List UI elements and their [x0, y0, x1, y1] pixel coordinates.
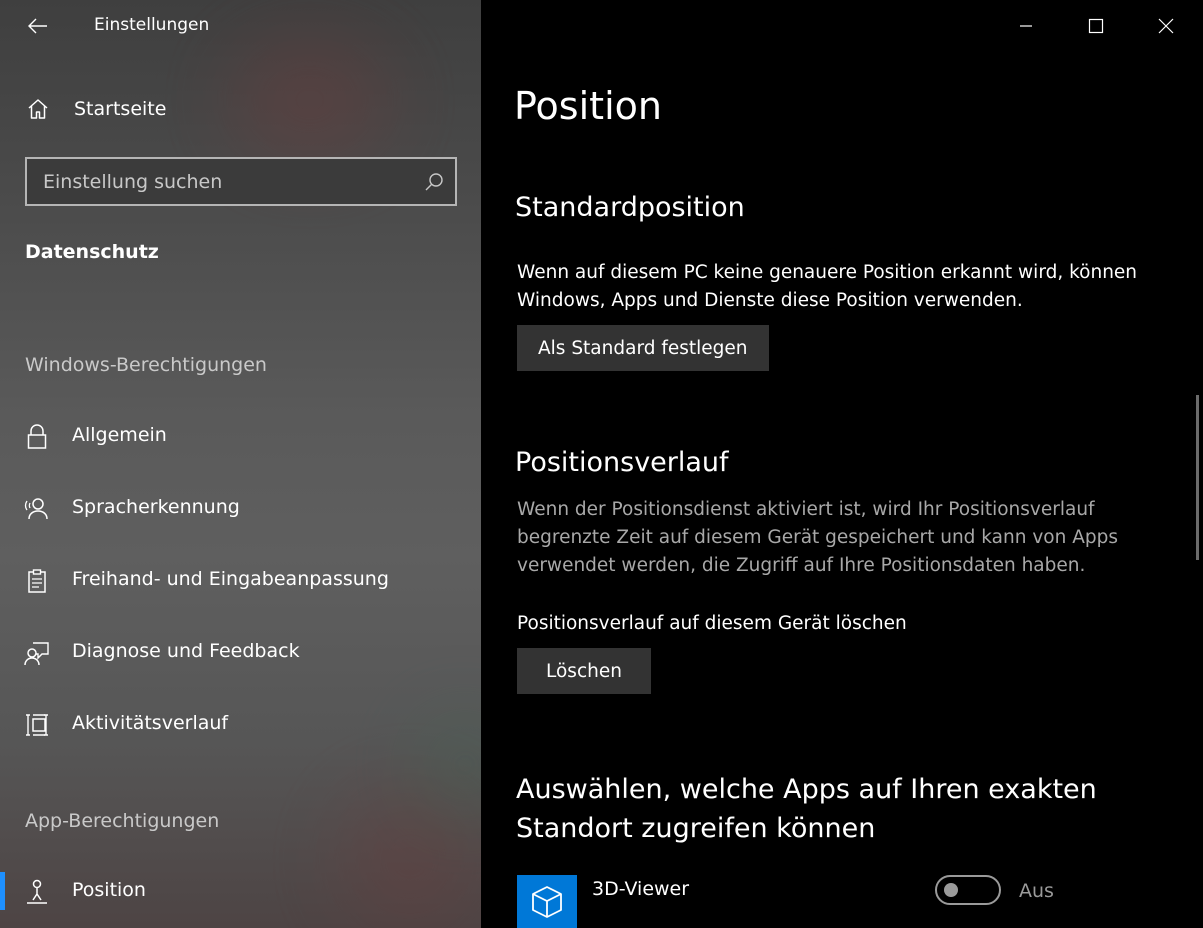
sidebar: Einstellungen Startseite Einstellung suc…	[0, 0, 481, 928]
sidebar-item-spracherkennung[interactable]: Spracherkennung	[0, 485, 481, 531]
search-input[interactable]: Einstellung suchen	[25, 157, 457, 206]
clear-history-label: Positionsverlauf auf diesem Gerät lösche…	[517, 613, 907, 634]
section-heading-history: Positionsverlauf	[515, 447, 729, 478]
sidebar-item-label: Allgemein	[72, 424, 167, 446]
maximize-button[interactable]	[1061, 0, 1131, 52]
sidebar-item-label: Aktivitätsverlauf	[72, 712, 229, 734]
app-name: 3D-Viewer	[592, 878, 690, 900]
content-pane: Position Standardposition Wenn auf diese…	[481, 0, 1203, 928]
lock-icon	[23, 423, 51, 451]
search-placeholder: Einstellung suchen	[43, 171, 223, 193]
close-icon	[1158, 18, 1174, 34]
section-heading-apps: Auswählen, welche Apps auf Ihren exakten…	[516, 774, 1097, 844]
sidebar-item-label: Diagnose und Feedback	[72, 640, 300, 662]
clear-history-button[interactable]: Löschen	[517, 648, 651, 694]
sidebar-item-label: Spracherkennung	[72, 496, 240, 518]
home-icon	[26, 97, 50, 125]
title-bar: Einstellungen	[0, 0, 481, 52]
history-description: Wenn der Positionsdienst aktiviert ist, …	[517, 499, 1118, 576]
sidebar-item-aktivitaetsverlauf[interactable]: Aktivitätsverlauf	[0, 701, 481, 747]
back-button[interactable]	[22, 10, 54, 42]
sidebar-item-diagnose[interactable]: Diagnose und Feedback	[0, 629, 481, 675]
page-title: Position	[514, 84, 662, 128]
minimize-icon	[1020, 25, 1032, 27]
location-person-icon	[23, 878, 51, 906]
app-row-3d-viewer: 3D-Viewer Aus	[517, 875, 1157, 928]
group-header-windows: Windows-Berechtigungen	[25, 354, 267, 376]
sidebar-item-home[interactable]: Startseite	[0, 88, 481, 132]
section-title: Datenschutz	[25, 241, 159, 263]
app-title: Einstellungen	[94, 15, 210, 35]
maximize-icon	[1088, 18, 1104, 34]
toggle-state-label: Aus	[1019, 880, 1054, 902]
set-default-button[interactable]: Als Standard festlegen	[517, 325, 769, 371]
feedback-icon	[23, 639, 51, 667]
clipboard-icon	[23, 567, 51, 595]
group-header-apps: App-Berechtigungen	[25, 810, 220, 832]
sidebar-item-label: Startseite	[74, 98, 167, 120]
speech-icon	[23, 495, 51, 523]
cube-icon	[532, 885, 562, 918]
sidebar-item-position[interactable]: Position	[0, 868, 481, 914]
scrollbar[interactable]	[1196, 395, 1199, 560]
minimize-button[interactable]	[991, 0, 1061, 52]
sidebar-item-label: Freihand- und Eingabeanpassung	[72, 568, 389, 590]
sidebar-item-allgemein[interactable]: Allgemein	[0, 413, 481, 459]
back-arrow-icon	[28, 18, 47, 34]
search-icon[interactable]	[423, 171, 445, 197]
active-indicator	[0, 872, 5, 910]
sidebar-item-label: Position	[72, 879, 146, 901]
location-access-toggle[interactable]	[935, 875, 1001, 905]
default-location-description: Wenn auf diesem PC keine genauere Positi…	[517, 262, 1138, 311]
section-heading-default: Standardposition	[515, 192, 745, 223]
sidebar-item-freihand[interactable]: Freihand- und Eingabeanpassung	[0, 557, 481, 603]
timeline-icon	[23, 711, 51, 739]
close-button[interactable]	[1131, 0, 1201, 52]
app-tile	[517, 875, 577, 928]
toggle-knob	[944, 883, 958, 897]
